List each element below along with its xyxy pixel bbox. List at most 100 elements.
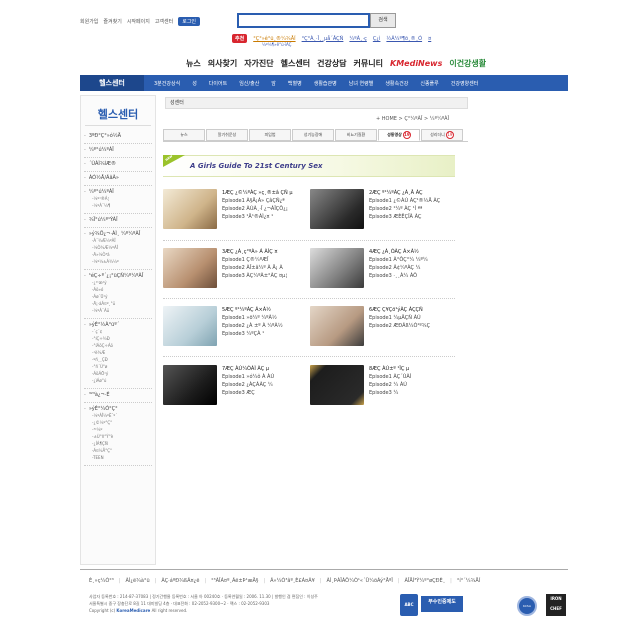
sidebar-subitem[interactable]: -À¯¾Æ¼ºÀÎ [84,237,152,244]
footer-link[interactable]: ÀÌ¸ÞÀÏÁÖ¼Ò¹«´Ü¼öÁý°ÅºÎ [327,578,393,584]
gnb-health-consult[interactable]: 건강상담 [317,58,346,69]
sidebar-subitem[interactable]: -Ä¡·áÁ¤º¸°ü [84,300,152,307]
sidebar-subitem[interactable]: -¼Ò¾Æ¼ºÀÎ [84,244,152,251]
sidebar-item[interactable]: ÀÓ½Å/ÃâÃ» [84,175,152,181]
subnav-item[interactable]: 생활습관병 [314,80,337,87]
episode-item[interactable]: 6ÆÇ Ç¥Çö¹ýÀÇ ÀÇÇÑ Episode1 ¼µÂÇÑ ÀÚ Episod… [310,306,455,350]
footer-link[interactable]: ÀÌ¿ë¾à°ü [125,578,149,584]
episode-link[interactable]: Episode3 ÆÇ [222,389,274,397]
sidebar-item[interactable]: ¾Ï°ú¼º¹ÝÀÎ [84,217,152,223]
tab[interactable]: 알기쉬운성 [206,129,248,141]
subnav-item[interactable]: 남녀 연령별 [349,80,374,87]
gnb-health-center[interactable]: 헬스센터 [281,58,310,69]
sidebar-subitem[interactable]: -ºñ¸¸ÇÐ [84,356,152,363]
series-title[interactable]: A Girls Guide To 21st Century Sex [190,162,323,170]
sidebar-subitem[interactable]: -¹è¾Æ [84,349,152,356]
sidebar-subitem[interactable]: -¼ºÀ¯¼¶ [84,202,152,209]
sidebar-subitem[interactable]: -°íÁöÇ÷Áõ [84,342,152,349]
episode-thumbnail[interactable] [163,365,217,405]
episode-item[interactable]: 7ÆÇ ÀÚ¼ÒÀÌ ÀÇ µ Episode1 »ó¼ô À ÀÚ Episode… [163,365,308,409]
sidebar-subitem[interactable]: -ÁöÁÖ¹ý [84,370,152,377]
tab[interactable]: 뉴스 [163,129,205,141]
sidebar-subitem[interactable]: -¿ìÁø°ú [84,377,152,384]
episode-item[interactable]: 4ÆÇ ¿À¸ÓÀÇ Á×À½ Episode1 À°ÔÇ°¼ ¼º¼ Episod… [310,248,455,292]
recommend-sub-item[interactable]: ¼º¼¶»ê°ú·ïÀÇ [262,42,291,47]
top-link-bookmark[interactable]: 즐겨찾기 [103,18,121,25]
subnav-item[interactable]: 백혈병 [288,80,302,87]
recommend-item[interactable]: °Ç°­À¸·Î¸¸µå´ÂÇÑ [302,36,344,42]
kcsa-badge[interactable]: KCSA [517,596,537,616]
search-button[interactable]: 검색 [370,13,396,28]
sidebar-item[interactable]: ¼º°ú¼ºÀÎ [84,147,152,153]
sidebar-subitem[interactable]: -TEEN [84,454,152,461]
episode-link[interactable]: Episode3 ÀÇ¼ºÀ±°ÀÇ ¤µ¦ [222,272,287,280]
episode-link[interactable]: Episode1 ¿©ÀÚ ÀÇ¹®½Å ÀÇ [369,197,440,205]
footer-link[interactable]: Ã»¼Ò³âº¸È£Á¤Ã¥ [270,578,315,584]
login-button[interactable]: 로그인 [178,17,201,26]
episode-item[interactable]: 2ÆÇ º¹¼ºÀÇ ¿À¸Â ÀÇ Episode1 ¿©ÀÚ ÀÇ¹®½Å À… [310,189,455,233]
sidebar-item[interactable]: ³²³à¿¬·É [84,392,152,398]
episode-item[interactable]: 1ÆÇ ¿©¼ºÀÇ »ç¸®±â ÇÑ µ Episode1 À§Ä¡Á» Çâ… [163,189,308,233]
sidebar-subitem[interactable]: -Áø´Ü¹ý [84,293,152,300]
iron-chef-badge[interactable]: IRON CHEF [546,594,566,616]
episode-link[interactable]: Episode1 À°ÔÇ°¼ ¼º¼ [369,256,428,264]
sidebar-subitem[interactable]: -°íÇ÷¾Ð [84,335,152,342]
circulation-cert-badge[interactable]: 부수인증제도 [421,596,463,612]
footer-link[interactable]: È¸»ç¼Ò°³ [89,578,114,584]
tab[interactable]: 비뇨기질환 [335,129,377,141]
episode-thumbnail[interactable] [163,248,217,288]
episode-title[interactable]: 4ÆÇ ¿À¸ÓÀÇ Á×À½ [369,248,428,256]
sidebar-subitem[interactable]: -¼ºÀ¯Àü [84,307,152,314]
episode-link[interactable]: Episode3 ·¸¸À¼ ÀÔ [369,272,428,280]
subnav-item[interactable]: 생활속건강 [385,80,408,87]
footer-link[interactable]: °í°´¼¾ÅÍ [457,578,480,584]
health-life-logo[interactable]: 이건강생활 [449,58,486,69]
episode-title[interactable]: 5ÆÇ º¹¼ºÀÇ Á×À½ [222,306,283,314]
tab[interactable]: 성리더니 19 [421,129,463,141]
sidebar-item[interactable]: ´ÙÀÌ¾îÆ® [84,161,152,167]
subnav-item[interactable]: 건강영양센터 [451,80,479,87]
episode-link[interactable]: Episode3 ¼ [369,389,411,397]
episode-thumbnail[interactable] [310,189,364,229]
top-link-homepage[interactable]: 시작페이지 [127,18,150,25]
gnb-community[interactable]: 커뮤니티 [354,58,383,69]
sidebar-item[interactable]: 3ºÐ°Ç°­»ó½Ä [84,133,152,139]
gnb-news[interactable]: 뉴스 [186,58,201,69]
episode-link[interactable]: Episode3 ÆÈÊÇÎÃ ÀÇ [369,213,440,221]
episode-link[interactable]: Episode3 ¹Ä¹®ÀÌ¿¤ ¹ [222,213,293,221]
episode-thumbnail[interactable] [310,248,364,288]
episode-title[interactable]: 7ÆÇ ÀÚ¼ÒÀÌ ÀÇ µ [222,365,274,373]
episode-item[interactable]: 5ÆÇ º¹¼ºÀÇ Á×À½ Episode1 »ö¼º ¼ºÀ½ Episode… [163,306,308,350]
sidebar-subitem[interactable]: -¿©¼º°Ç°­ [84,419,152,426]
sidebar-subitem[interactable]: -¿ÍÁ¶ÇÑ [84,440,152,447]
episode-title[interactable]: 3ÆÇ ¿À¸ç°ºÀ» Á ÀÌÇ ¤ [222,248,287,256]
episode-thumbnail[interactable] [310,365,364,405]
tab[interactable]: 성동영상 19 [378,129,420,141]
subnav-item[interactable]: 성 [192,80,197,87]
episode-link[interactable]: Episode1 Ç®¼ºÆÎ [222,256,287,264]
search-input[interactable] [237,13,370,28]
episode-link[interactable]: Episode1 À§Ä¡Á» ÇâÇÑ¿ª [222,197,293,205]
sidebar-subitem[interactable]: -°ñ´Ù°ø [84,363,152,370]
sidebar-subitem[interactable]: -¼ºÀÎ¼ºÈ¯º´ [84,412,152,419]
episode-link[interactable]: Episode2 ÀÎ±â¼º À Ä¡ À [222,264,287,272]
episode-link[interactable]: Episode1 »ö¼º ¼ºÀ½ [222,314,283,322]
episode-link[interactable]: Episode2 ¼ ÀÚ [369,381,411,389]
sidebar-subitem[interactable]: -¼º¼±Á¾¼º [84,258,152,265]
recommend-item[interactable]: ¼ºÀ¸·ç [349,36,366,42]
recommend-item[interactable]: Ç¿ì [373,36,381,42]
gnb-find-doctor[interactable]: 의사찾기 [208,58,237,69]
sidebar-subitem[interactable]: -Áõ»ó [84,286,152,293]
sidebar-subitem[interactable]: -±Ù°ñ°Ý°è [84,433,152,440]
abc-badge[interactable]: ABC [400,594,418,616]
episode-thumbnail[interactable] [163,189,217,229]
sidebar-subitem[interactable]: -³²¼º [84,426,152,433]
episode-title[interactable]: 1ÆÇ ¿©¼ºÀÇ »ç¸®±â ÇÑ µ [222,189,293,197]
subnav-item[interactable]: 암 [271,80,276,87]
episode-link[interactable]: Episode2 Ã¢¼ºÀÇ ¼ [369,264,428,272]
recommend-item[interactable]: ¤ [428,36,431,42]
episode-link[interactable]: Episode1 »ó¼ô À ÀÚ [222,373,274,381]
subnav-item[interactable]: 임신/출산 [239,80,259,87]
sidebar-subitem[interactable]: -¼º¹®Á¦ [84,195,152,202]
tab[interactable]: 피임법 [249,129,291,141]
